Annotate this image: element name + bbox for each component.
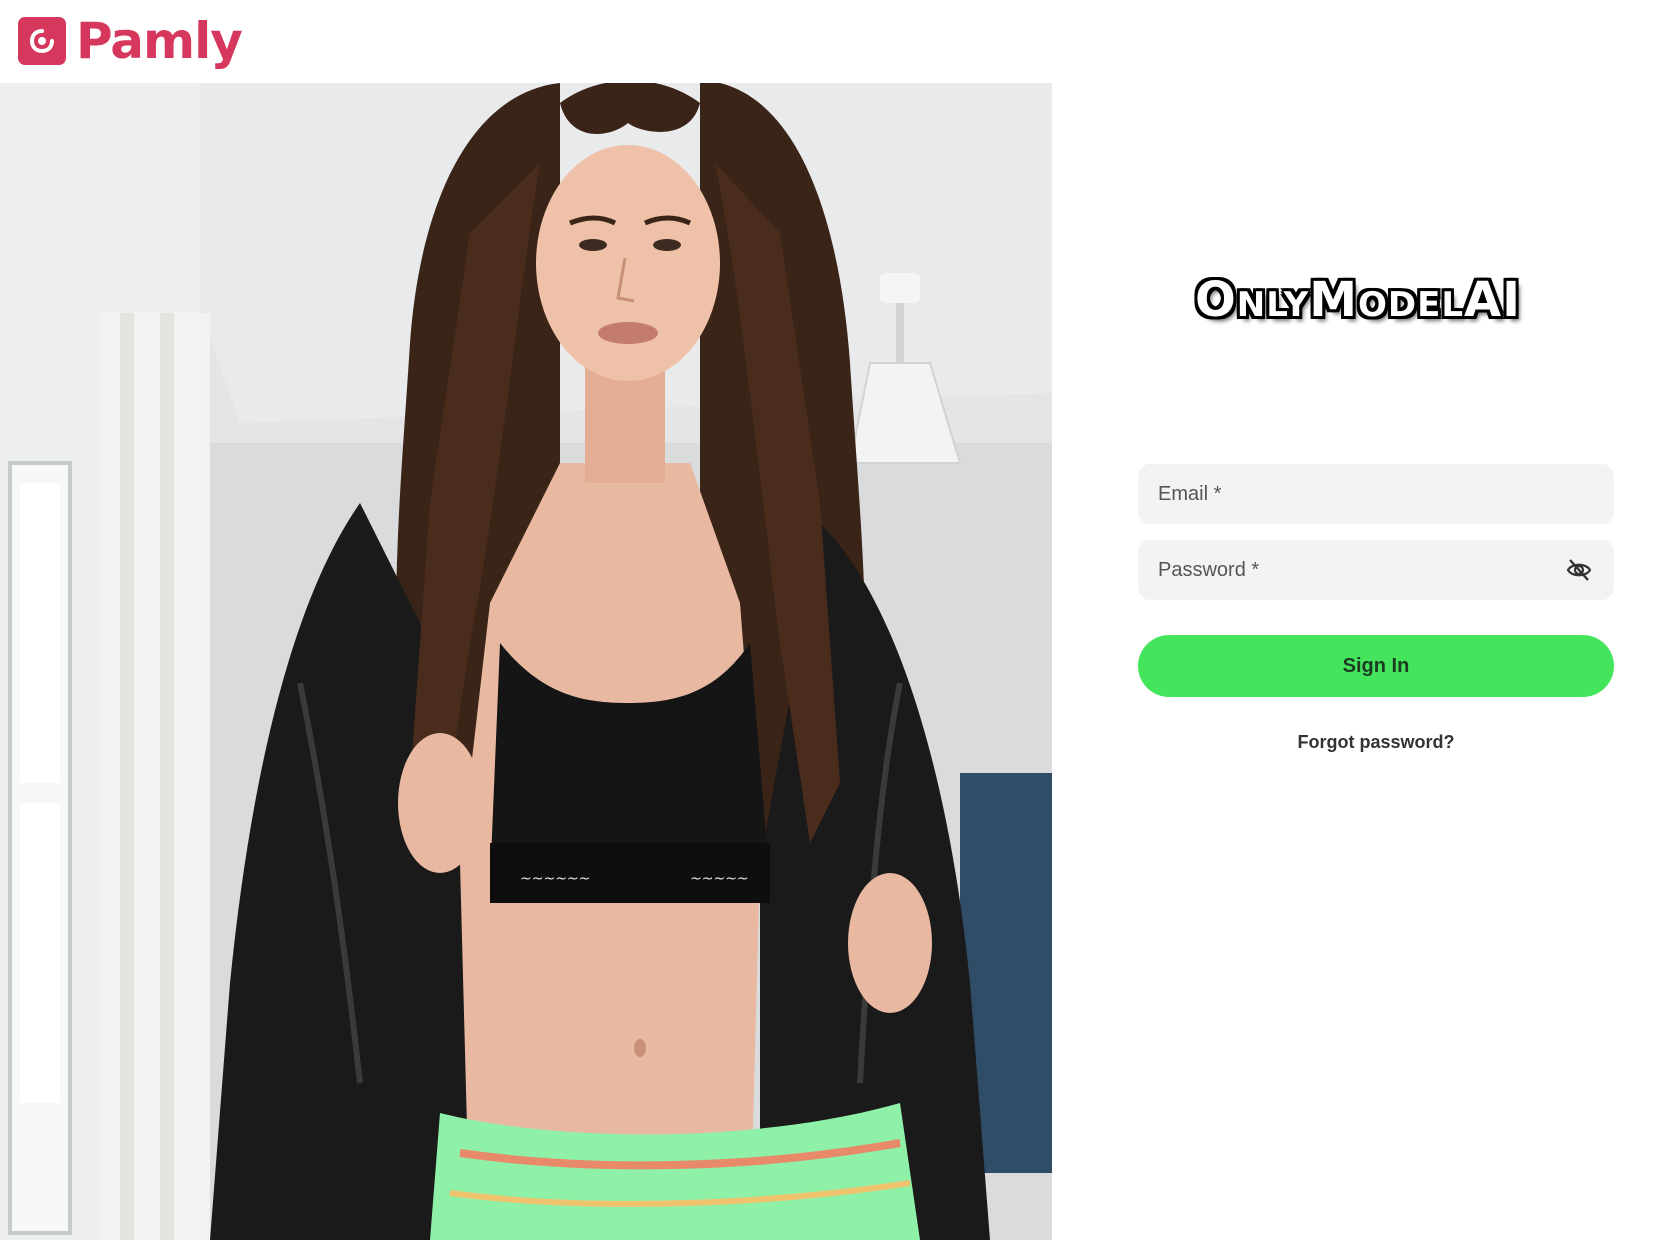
watermark-title: OnlyModelAI bbox=[1194, 272, 1522, 328]
hero-photo: ~~~~~~ ~~~~~ bbox=[0, 83, 1052, 1240]
eye-slash-icon[interactable] bbox=[1564, 555, 1594, 585]
login-page: Pamly ~~~~~~ ~~~~~ OnlyModelAI Email * P… bbox=[0, 0, 1660, 1240]
svg-text:~~~~~~: ~~~~~~ bbox=[520, 871, 590, 887]
password-placeholder: Password * bbox=[1158, 558, 1260, 581]
svg-text:~~~~~: ~~~~~ bbox=[690, 871, 749, 887]
brand-header[interactable]: Pamly bbox=[18, 8, 243, 74]
email-field[interactable]: Email * bbox=[1138, 464, 1614, 524]
password-field[interactable]: Password * bbox=[1138, 540, 1614, 600]
sign-in-button[interactable]: Sign In bbox=[1138, 635, 1614, 697]
pamly-logo-icon bbox=[18, 17, 66, 65]
forgot-password-link[interactable]: Forgot password? bbox=[1138, 732, 1614, 753]
brand-name: Pamly bbox=[76, 12, 243, 70]
email-placeholder: Email * bbox=[1158, 482, 1222, 505]
